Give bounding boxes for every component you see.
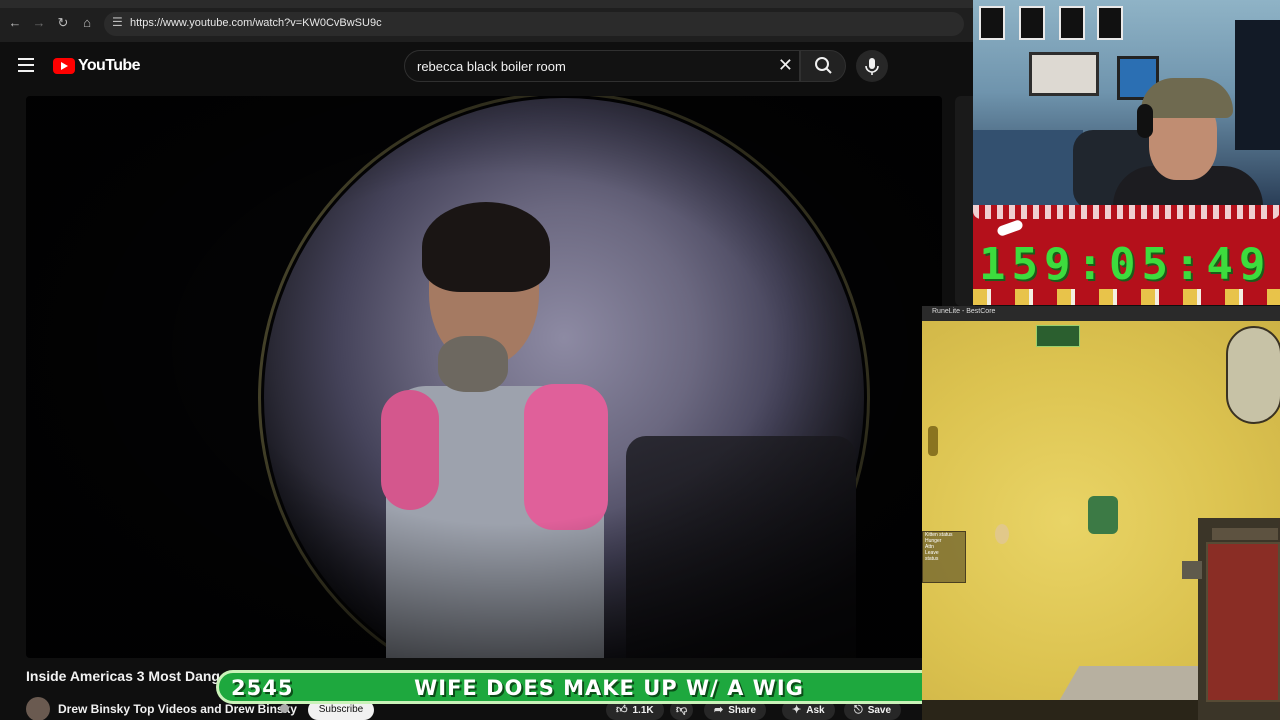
- youtube-play-icon: [53, 58, 75, 74]
- gift-row: [973, 289, 1280, 305]
- kitten-status-panel: Kitten status Hunger Attn Leave status: [922, 531, 966, 583]
- channel-avatar[interactable]: [26, 697, 50, 720]
- tab-icons[interactable]: [1212, 528, 1278, 540]
- ground-item[interactable]: [995, 524, 1009, 544]
- doorway: [1235, 20, 1280, 150]
- search-input[interactable]: rebecca black boiler room ✕: [404, 50, 800, 82]
- youtube-header: YouTube rebecca black boiler room ✕: [0, 42, 975, 92]
- sparkle-icon: ✦: [792, 704, 802, 716]
- wall-poster: [1019, 6, 1045, 40]
- status-line: status: [925, 556, 939, 562]
- streamer-cap: [1141, 78, 1233, 118]
- video-vignette: [26, 96, 942, 658]
- back-icon[interactable]: ←: [6, 14, 24, 32]
- hamburger-menu-icon[interactable]: [18, 58, 34, 72]
- ticker-left-number: 2545: [231, 676, 294, 700]
- share-icon: ➦: [714, 704, 724, 716]
- cactus: [928, 426, 938, 456]
- wall-poster: [1097, 6, 1123, 40]
- video-title: Inside Americas 3 Most Dang: [26, 668, 220, 684]
- game-bottom-toolbar[interactable]: [922, 700, 1198, 720]
- search-icon: [815, 57, 832, 74]
- thumbs-down-icon: 👎︎: [676, 704, 688, 716]
- webcam-overlay: [973, 0, 1280, 205]
- share-label: Share: [728, 705, 757, 716]
- tab-strip: [0, 0, 975, 8]
- clear-search-icon[interactable]: ✕: [778, 55, 793, 76]
- microphone-icon: [865, 58, 879, 75]
- youtube-logo-text: YouTube: [78, 57, 140, 74]
- youtube-logo[interactable]: YouTube: [53, 56, 140, 76]
- side-panel-edge: [955, 96, 975, 306]
- verified-icon: [280, 704, 289, 713]
- ask-label: Ask: [806, 705, 825, 716]
- browser-toolbar: ← → ↻ ⌂ ☰ https://www.youtube.com/watch?…: [0, 0, 975, 42]
- game-window-titlebar: RuneLite - BestCore: [922, 306, 1280, 321]
- wall-frame: [1029, 52, 1099, 96]
- search-button[interactable]: [800, 50, 846, 82]
- christmas-garland: [973, 205, 1280, 219]
- wall-poster: [979, 6, 1005, 40]
- forward-icon[interactable]: →: [30, 14, 48, 32]
- reload-icon[interactable]: ↻: [54, 14, 72, 32]
- shelf: [973, 130, 1083, 205]
- game-window[interactable]: RuneLite - BestCore Kitten status Hunger…: [922, 306, 1280, 720]
- address-bar[interactable]: ☰ https://www.youtube.com/watch?v=KW0CvB…: [104, 12, 964, 36]
- bookmark-icon: ⎋: [854, 704, 863, 716]
- game-window-title: RuneLite - BestCore: [932, 308, 996, 315]
- player-character[interactable]: [1088, 496, 1118, 534]
- santa-hat-icon: [996, 218, 1024, 238]
- stream-ticker-banner: 2545 WIFE DOES MAKE UP W/ A WIG 2200: [216, 670, 1014, 704]
- url-text: https://www.youtube.com/watch?v=KW0CvBwS…: [130, 17, 382, 29]
- wall-poster: [1059, 6, 1085, 40]
- search-query: rebecca black boiler room: [417, 59, 566, 74]
- like-count: 1.1K: [632, 705, 654, 716]
- site-info-icon[interactable]: ☰: [112, 15, 123, 29]
- subathon-timer: 159:05:49: [973, 205, 1280, 305]
- ticker-message: WIFE DOES MAKE UP W/ A WIG: [414, 676, 804, 700]
- screen: ← → ↻ ⌂ ☰ https://www.youtube.com/watch?…: [0, 0, 1280, 720]
- voice-search-button[interactable]: [856, 50, 888, 82]
- home-icon[interactable]: ⌂: [78, 14, 96, 32]
- video-player[interactable]: [26, 96, 942, 658]
- channel-name[interactable]: Drew Binsky Top Videos and Drew Binsky: [58, 702, 297, 716]
- save-label: Save: [867, 705, 892, 716]
- game-tooltip: [1036, 325, 1080, 347]
- headset: [1137, 104, 1153, 138]
- inventory-panel[interactable]: [1206, 542, 1280, 702]
- timer-value: 159:05:49: [979, 239, 1272, 290]
- plugin-button[interactable]: [1182, 561, 1202, 579]
- minimap[interactable]: [1226, 326, 1280, 424]
- thumbs-up-icon: 👍︎: [616, 704, 628, 716]
